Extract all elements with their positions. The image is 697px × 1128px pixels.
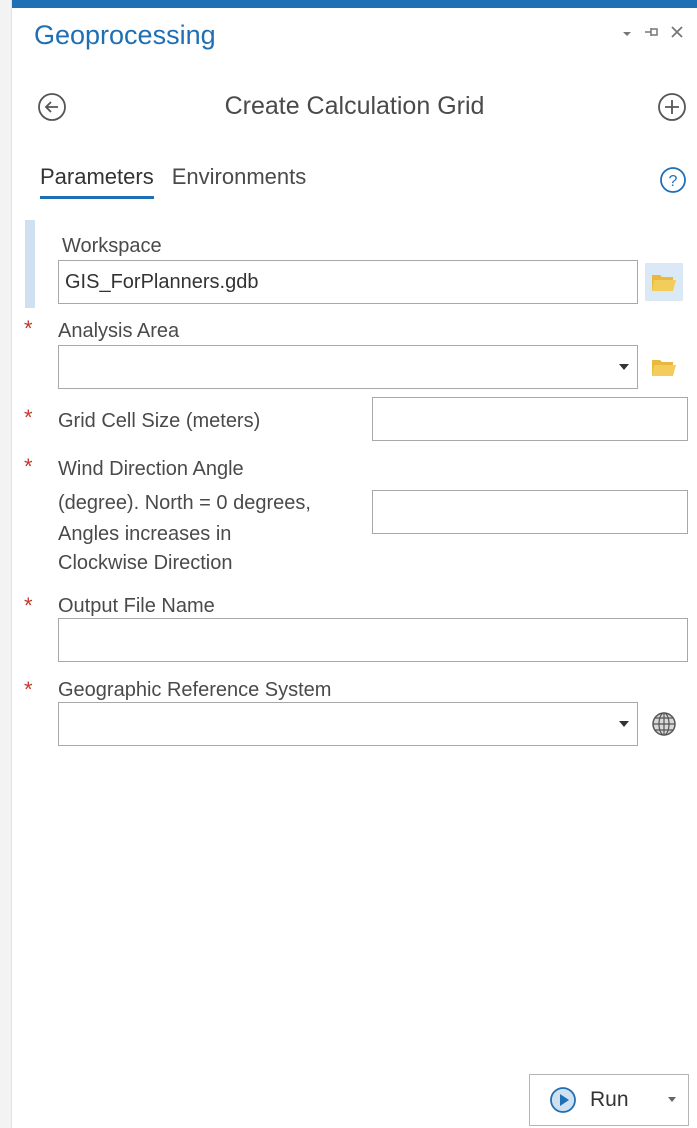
pane-controls — [621, 24, 685, 44]
chevron-down-icon — [619, 721, 629, 727]
globe-icon[interactable] — [645, 705, 683, 743]
run-button[interactable]: Run — [529, 1074, 689, 1126]
wind-direction-label-line-4: Clockwise Direction — [58, 552, 233, 574]
workspace-indicator-bar — [25, 220, 35, 308]
pane-title: Geoprocessing — [34, 20, 216, 50]
folder-browse-icon[interactable] — [645, 348, 683, 386]
chevron-down-icon — [619, 364, 629, 370]
grid-cell-size-field[interactable] — [372, 397, 688, 441]
wind-direction-field[interactable] — [372, 490, 688, 534]
required-marker: * — [24, 593, 33, 618]
wind-direction-label-line-1: Wind Direction Angle — [58, 458, 244, 480]
tab-parameters[interactable]: Parameters — [40, 164, 154, 199]
left-dock-strip — [0, 0, 12, 1128]
required-marker: * — [24, 405, 33, 430]
analysis-area-label: Analysis Area — [58, 320, 180, 342]
required-marker: * — [24, 316, 33, 341]
geo-ref-dropdown[interactable] — [58, 702, 638, 746]
tab-environments[interactable]: Environments — [172, 164, 307, 199]
wind-direction-label-line-2: (degree). North = 0 degrees, — [58, 492, 311, 514]
required-marker: * — [24, 454, 33, 479]
folder-browse-icon[interactable] — [645, 263, 683, 301]
run-options-caret-icon[interactable] — [668, 1097, 676, 1102]
grid-cell-size-label: Grid Cell Size (meters) — [58, 410, 261, 432]
workspace-field[interactable]: GIS_ForPlanners.gdb — [58, 260, 638, 304]
add-circle-icon[interactable] — [655, 90, 689, 124]
wind-direction-label-line-3: Angles increases in — [58, 523, 232, 545]
workspace-label: Workspace — [62, 235, 162, 257]
geo-ref-label: Geographic Reference System — [58, 679, 332, 701]
tab-bar: Parameters Environments — [40, 164, 306, 199]
pane-accent-bar — [12, 0, 697, 8]
tool-header: Create Calculation Grid — [12, 86, 697, 130]
tool-title: Create Calculation Grid — [224, 92, 485, 120]
geoprocessing-pane: Geoprocessing Create Calculation Grid Pa — [0, 0, 697, 1128]
caret-down-icon[interactable] — [621, 24, 633, 44]
close-icon[interactable] — [669, 24, 685, 44]
pin-icon[interactable] — [643, 24, 659, 44]
help-icon[interactable]: ? — [659, 166, 687, 194]
play-icon — [550, 1087, 576, 1113]
required-marker: * — [24, 677, 33, 702]
analysis-area-dropdown[interactable] — [58, 345, 638, 389]
svg-text:?: ? — [669, 173, 678, 190]
output-file-label: Output File Name — [58, 595, 215, 617]
run-label: Run — [590, 1088, 629, 1111]
output-file-field[interactable] — [58, 618, 688, 662]
